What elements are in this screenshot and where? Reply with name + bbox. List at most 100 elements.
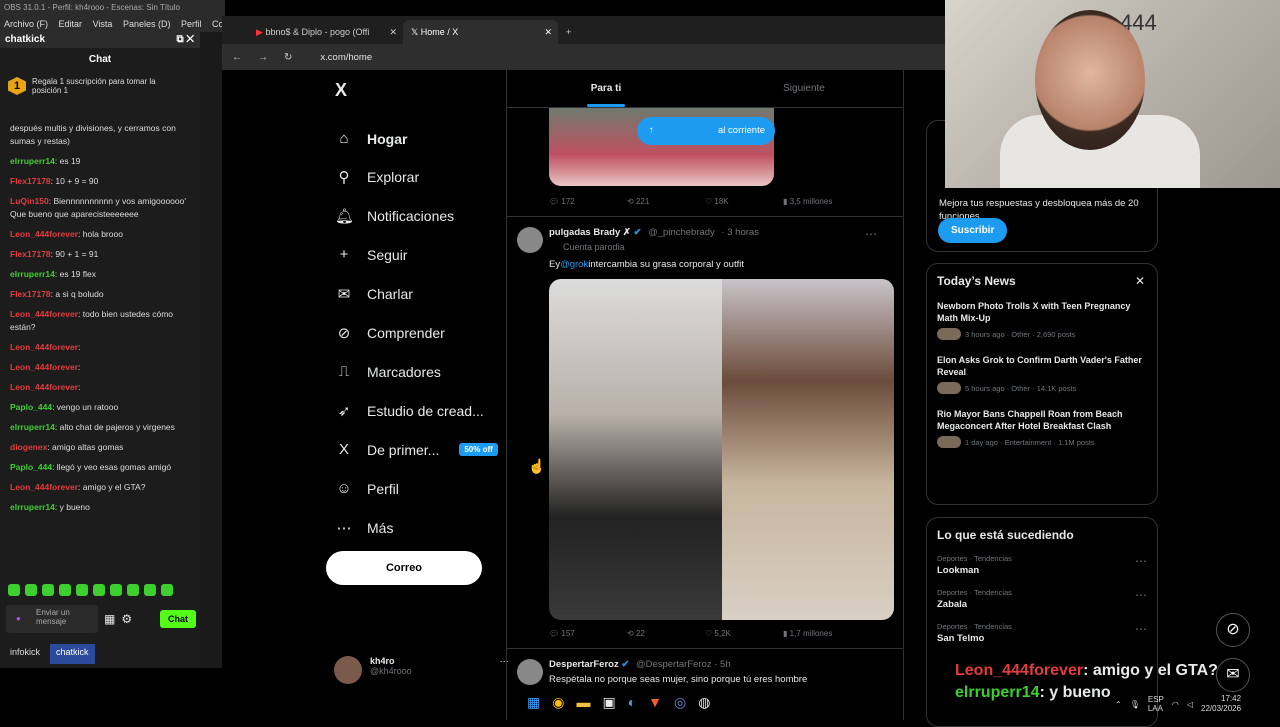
like-count[interactable]: ♡ 5,2K xyxy=(705,629,783,638)
account-switcher[interactable]: kh4ro @kh4rooo ⋯ xyxy=(334,656,509,684)
emote-icon[interactable] xyxy=(144,584,156,596)
folder-icon[interactable]: ▬ xyxy=(576,694,590,711)
chat-username[interactable]: Leon_444forever xyxy=(10,382,78,392)
clock[interactable]: 17:42 22/03/2026 xyxy=(1201,694,1241,714)
url-field[interactable]: x.com/home xyxy=(320,52,372,63)
subscribe-button[interactable]: Suscribir xyxy=(938,218,1008,243)
like-count[interactable]: ♡ 18K xyxy=(705,197,783,206)
browser-tab-x[interactable]: 𝕏 Home / X ✕ xyxy=(403,20,558,44)
nav-more[interactable]: ⋯ Más xyxy=(335,519,394,537)
view-count[interactable]: ▮ 3,5 millones xyxy=(783,197,861,206)
new-posts-pill[interactable]: ↑ al corriente xyxy=(637,117,775,145)
edge-icon[interactable]: ◐ xyxy=(628,694,636,711)
menu-paneles[interactable]: Paneles (D) xyxy=(123,19,171,29)
back-icon[interactable]: ← xyxy=(232,52,242,63)
chat-username[interactable]: Flex17178 xyxy=(10,176,51,186)
avatar[interactable] xyxy=(517,227,543,253)
browser-tab-youtube[interactable]: ▶ bbno$ & Diplo - pogo (Offi ✕ xyxy=(248,20,403,44)
nav-grok[interactable]: ⊘ Comprender xyxy=(335,324,445,342)
chrome-icon[interactable]: ◉ xyxy=(552,694,564,711)
chat-username[interactable]: elrruperr14 xyxy=(10,156,55,166)
post-button[interactable]: Correo xyxy=(326,551,482,585)
chat-username[interactable]: Leon_444forever xyxy=(10,342,78,352)
menu-perfil[interactable]: Perfil xyxy=(181,19,202,29)
windows-start-icon[interactable]: ▦ xyxy=(527,694,540,711)
chat-username[interactable]: Leon_444forever xyxy=(10,482,78,492)
tweet-media[interactable] xyxy=(549,279,894,620)
chat-send-button[interactable]: Chat xyxy=(160,610,196,628)
dock-tab-chatkick[interactable]: chatkick xyxy=(50,644,95,664)
gift-icon[interactable]: ▦ xyxy=(104,612,115,626)
language-indicator[interactable]: ESP LAA xyxy=(1148,695,1164,713)
emote-icon[interactable] xyxy=(127,584,139,596)
chat-username[interactable]: Leon_444forever xyxy=(10,309,78,319)
tab-close-icon[interactable]: ✕ xyxy=(389,20,397,44)
news-item[interactable]: Elon Asks Grok to Confirm Darth Vader's … xyxy=(927,348,1157,402)
tweet-author[interactable]: DespertarFeroz ✔ @DespertarFeroz · 5h xyxy=(549,659,731,670)
dock-tab-infokick[interactable]: infokick xyxy=(4,644,46,664)
new-tab-button[interactable]: + xyxy=(558,20,588,44)
emote-icon[interactable] xyxy=(42,584,54,596)
more-icon[interactable]: ⋯ xyxy=(1135,622,1147,636)
reload-icon[interactable]: ↻ xyxy=(284,52,292,63)
trend-item[interactable]: Deportes · Tendencias Lookman ⋯ xyxy=(927,548,1157,582)
emote-icon[interactable] xyxy=(25,584,37,596)
emote-icon[interactable] xyxy=(110,584,122,596)
x-logo-icon[interactable]: X xyxy=(335,80,347,101)
nav-bell[interactable]: 🔔︎ Notificaciones xyxy=(335,207,454,225)
reply-count[interactable]: 💬︎ 172 xyxy=(549,197,627,206)
emote-icon[interactable] xyxy=(8,584,20,596)
store-icon[interactable]: ▣ xyxy=(602,694,615,711)
wifi-icon[interactable]: ◠ xyxy=(1172,700,1179,709)
tab-para-ti[interactable]: Para ti xyxy=(507,70,705,107)
chat-username[interactable]: Leon_444forever xyxy=(10,229,78,239)
nav-follow[interactable]: + Seguir xyxy=(335,246,408,263)
tab-close-icon[interactable]: ✕ xyxy=(544,20,552,44)
chat-username[interactable]: elrruperr14 xyxy=(10,422,55,432)
emote-icon[interactable] xyxy=(93,584,105,596)
chat-username[interactable]: Paplo_444 xyxy=(10,402,52,412)
chat-username[interactable]: Leon_444forever xyxy=(10,362,78,372)
grok-float-icon[interactable]: ⊘ xyxy=(1216,613,1250,647)
gift-sub-promo[interactable]: 1 Regala 1 suscripción para tomar la pos… xyxy=(8,77,192,95)
nav-x-premium[interactable]: X De primer... 50% off xyxy=(335,441,498,458)
tab-siguiente[interactable]: Siguiente xyxy=(705,70,903,107)
premium-discount-badge[interactable]: 50% off xyxy=(459,443,498,456)
nav-bookmark[interactable]: ⎍ Marcadores xyxy=(335,363,441,380)
trend-item[interactable]: Deportes · Tendencias San Telmo ⋯ xyxy=(927,616,1157,650)
repost-count[interactable]: ⟲ 22 xyxy=(627,629,705,638)
nav-rocket[interactable]: ➶ Estudio de cread... xyxy=(335,402,484,420)
settings-icon[interactable]: ⚙ xyxy=(121,612,132,626)
repost-count[interactable]: ⟲ 221 xyxy=(627,197,705,206)
more-icon[interactable]: ⋯ xyxy=(1135,554,1147,568)
nav-search[interactable]: ⚲ Explorar xyxy=(335,168,420,186)
chat-username[interactable]: Flex17178 xyxy=(10,249,51,259)
nav-profile[interactable]: ☺ Perfil xyxy=(335,480,399,497)
reply-count[interactable]: 💬︎ 157 xyxy=(549,629,627,638)
brave-icon[interactable]: ▼ xyxy=(648,694,662,711)
mic-icon[interactable]: 🎙︎ xyxy=(1130,700,1140,709)
news-item[interactable]: Newborn Photo Trolls X with Teen Pregnan… xyxy=(927,294,1157,348)
discord-icon[interactable]: ◎ xyxy=(674,694,686,711)
chat-username[interactable]: Paplo_444 xyxy=(10,462,52,472)
chevron-up-icon[interactable]: ⌃ xyxy=(1115,700,1122,709)
more-icon[interactable]: ⋯ xyxy=(865,227,877,241)
emote-icon[interactable] xyxy=(161,584,173,596)
dock-close-icon[interactable]: ⧉ ✕ xyxy=(176,32,194,48)
menu-vista[interactable]: Vista xyxy=(93,19,113,29)
mic-icon[interactable]: ● xyxy=(16,614,21,623)
chat-username[interactable]: elrruperr14 xyxy=(10,269,55,279)
news-item[interactable]: Rio Mayor Bans Chappell Roan from Beach … xyxy=(927,402,1157,456)
more-icon[interactable]: ⋯ xyxy=(1135,588,1147,602)
menu-archivo[interactable]: Archivo (F) xyxy=(4,19,48,29)
view-count[interactable]: ▮ 1,7 millones xyxy=(783,629,861,638)
close-icon[interactable]: ✕ xyxy=(1135,274,1145,288)
chat-username[interactable]: elrruperr14 xyxy=(10,502,55,512)
trend-item[interactable]: Deportes · Tendencias Zabala ⋯ xyxy=(927,582,1157,616)
tweet-author[interactable]: pulgadas Brady ✗ ✔ @_pinchebrady · 3 hor… xyxy=(549,227,899,238)
forward-icon[interactable]: → xyxy=(258,52,268,63)
menu-editar[interactable]: Editar xyxy=(59,19,83,29)
obs-icon[interactable]: ◍ xyxy=(698,694,710,711)
emote-icon[interactable] xyxy=(76,584,88,596)
volume-icon[interactable]: ◁ xyxy=(1187,700,1193,709)
